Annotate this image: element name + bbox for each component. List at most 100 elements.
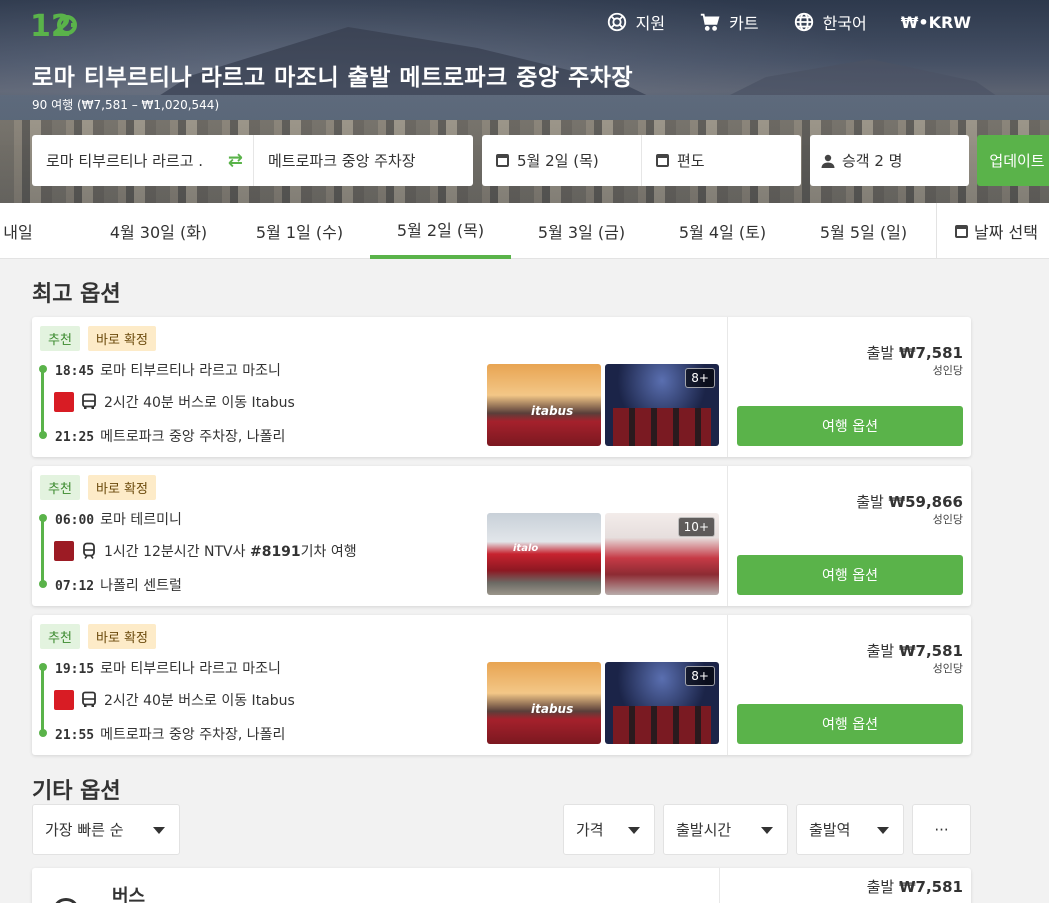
date-tab[interactable]: 5월 3일 (금) (511, 203, 652, 259)
train-photo[interactable]: italo (487, 513, 601, 595)
price: 출발 ₩7,581 (866, 344, 963, 362)
bus-type-icon (54, 898, 78, 903)
swap-icon[interactable]: ⇄ (228, 150, 243, 171)
page-title: 로마 티부르티나 라르고 마조니 출발 메트로파크 중앙 주차장 (32, 65, 634, 91)
departure-date-field[interactable]: 5월 2일 (목) (482, 135, 642, 186)
nav-currency-label: ₩•KRW (900, 12, 971, 32)
trip-duration-suffix: 기차 여행 (300, 544, 357, 560)
bus-photo[interactable]: itabus (487, 662, 601, 744)
departure: 18:45 로마 티부르티나 라르고 마조니 (55, 360, 281, 380)
trip-card[interactable]: 추천 바로 확정 18:45 로마 티부르티나 라르고 마조니 2시간 40분 버… (32, 317, 971, 457)
trip-card[interactable]: 추천 바로 확정 06:00 로마 테르미니 1시간 12분시간 NTV사 #81… (32, 466, 971, 606)
arrival: 21:25 메트로파크 중앙 주차장, 나폴리 (55, 426, 285, 446)
arrival-station: 나폴리 센트럴 (100, 578, 182, 594)
site-logo[interactable]: 12 (30, 6, 82, 44)
nav-support-label: 지원 (635, 14, 666, 33)
trip-type-value: 편도 (677, 152, 705, 170)
sort-select[interactable]: 가장 빠른 순 (32, 804, 180, 855)
vehicle-type-label: 버스 (112, 886, 146, 903)
trip-card[interactable]: 추천 바로 확정 19:15 로마 티부르티나 라르고 마조니 2시간 40분 버… (32, 615, 971, 755)
sort-value: 가장 빠른 순 (45, 821, 124, 839)
bus-icon (82, 691, 96, 707)
itabus-logo-icon (54, 392, 74, 412)
return-date-field[interactable]: 편도 (642, 150, 705, 171)
svg-text:12: 12 (30, 9, 72, 42)
filter-departure-station[interactable]: 출발역 (796, 804, 904, 855)
page-subtitle: 90 여행 (₩7,581 – ₩1,020,544) (32, 98, 220, 112)
departure-time: 19:15 (55, 662, 95, 677)
from-value: 로마 티부르티나 라르고 . (46, 152, 204, 170)
price: 출발 ₩59,866 (856, 493, 963, 511)
trip-duration: 2시간 40분 버스로 이동 Itabus (104, 693, 295, 709)
other-options-heading: 기타 옵션 (32, 779, 121, 804)
recommended-badge: 추천 (40, 624, 80, 649)
to-field[interactable]: 메트로파크 중앙 주차장 (254, 150, 416, 171)
departure: 19:15 로마 티부르티나 라르고 마조니 (55, 658, 281, 678)
date-tabs: 내일 4월 30일 (화) 5월 1일 (수) 5월 2일 (목) 5월 3일 … (0, 203, 1049, 259)
bus-interior-photo[interactable]: 8+ (605, 662, 719, 744)
filter-departure-time[interactable]: 출발시간 (663, 804, 788, 855)
departure-date-value: 5월 2일 (목) (517, 152, 599, 170)
bus-photo[interactable]: itabus (487, 364, 601, 446)
date-tab[interactable]: 5월 5일 (일) (793, 203, 934, 259)
trip-duration: 1시간 12분시간 NTV사 #8191기차 여행 (104, 541, 357, 561)
thumb-brand: itabus (531, 404, 574, 418)
to-value: 메트로파크 중앙 주차장 (268, 152, 416, 170)
passengers-field[interactable]: 승객 2 명 (810, 135, 969, 186)
instant-confirm-badge: 바로 확정 (88, 475, 156, 500)
bus-interior-photo[interactable]: 8+ (605, 364, 719, 446)
arrival-time: 21:25 (55, 430, 95, 445)
search-bar: 로마 티부르티나 라르고 . ⇄ 메트로파크 중앙 주차장 5월 2일 (목) … (32, 135, 1049, 186)
departure-time: 06:00 (55, 513, 95, 528)
trip-options-button[interactable]: 여행 옵션 (737, 555, 963, 595)
train-icon (83, 542, 95, 559)
filter-departure-time-label: 출발시간 (676, 821, 732, 839)
trip-options-button[interactable]: 여행 옵션 (737, 406, 963, 446)
thumb-brand: itabus (531, 702, 574, 716)
filter-price-label: 가격 (576, 821, 604, 839)
recommended-badge: 추천 (40, 326, 80, 351)
pick-date-button[interactable]: 날짜 선택 (936, 203, 1049, 259)
from-field[interactable]: 로마 티부르티나 라르고 . ⇄ (32, 135, 254, 186)
caret-down-icon (628, 827, 640, 834)
date-tab[interactable]: 5월 1일 (수) (229, 203, 370, 259)
nav-support[interactable]: 지원 (606, 10, 665, 34)
recommended-badge: 추천 (40, 475, 80, 500)
top-nav: 지원 카트 한국어 ₩•KRW (606, 10, 971, 34)
calendar-icon (955, 224, 968, 238)
trip-duration: 2시간 40분 버스로 이동 Itabus (104, 395, 295, 411)
departure-station: 로마 테르미니 (100, 512, 182, 528)
date-tab[interactable]: 4월 30일 (화) (88, 203, 229, 259)
date-tab[interactable]: 5월 4일 (토) (652, 203, 793, 259)
filter-price[interactable]: 가격 (563, 804, 655, 855)
more-photos-badge: 8+ (685, 666, 715, 686)
caret-down-icon (877, 827, 889, 834)
date-tab-active[interactable]: 5월 2일 (목) (370, 203, 511, 259)
bus-icon (82, 393, 96, 409)
arrival: 07:12 나폴리 센트럴 (55, 575, 182, 595)
train-interior-photo[interactable]: 10+ (605, 513, 719, 595)
trip-info: 2시간 40분 버스로 이동 Itabus (54, 392, 295, 412)
trip-options-button[interactable]: 여행 옵션 (737, 704, 963, 744)
arrival-station: 메트로파크 중앙 주차장, 나폴리 (100, 429, 286, 445)
passengers-value: 승객 2 명 (842, 152, 903, 170)
trip-info: 1시간 12분시간 NTV사 #8191기차 여행 (54, 541, 357, 561)
update-button[interactable]: 업데이트 (977, 135, 1049, 186)
trip-card[interactable]: 버스 출발 ₩7,581 (32, 868, 971, 903)
price-per: 성인당 (932, 513, 963, 526)
nav-currency[interactable]: ₩•KRW (901, 13, 971, 32)
nav-language-label: 한국어 (822, 14, 867, 33)
user-icon (821, 154, 835, 168)
nav-language[interactable]: 한국어 (793, 10, 867, 34)
date-tab[interactable]: 내일 (0, 203, 36, 259)
arrival-time: 07:12 (55, 579, 95, 594)
nav-cart[interactable]: 카트 (699, 10, 759, 34)
thumb-brand: italo (513, 543, 539, 554)
filter-departure-station-label: 출발역 (809, 821, 851, 839)
calendar-icon (496, 154, 509, 167)
price: 출발 ₩7,581 (866, 878, 963, 896)
departure-station: 로마 티부르티나 라르고 마조니 (100, 661, 281, 677)
train-number: #8191 (249, 544, 301, 560)
pick-date-label: 날짜 선택 (974, 223, 1038, 242)
more-filters-button[interactable]: ··· (912, 804, 971, 855)
